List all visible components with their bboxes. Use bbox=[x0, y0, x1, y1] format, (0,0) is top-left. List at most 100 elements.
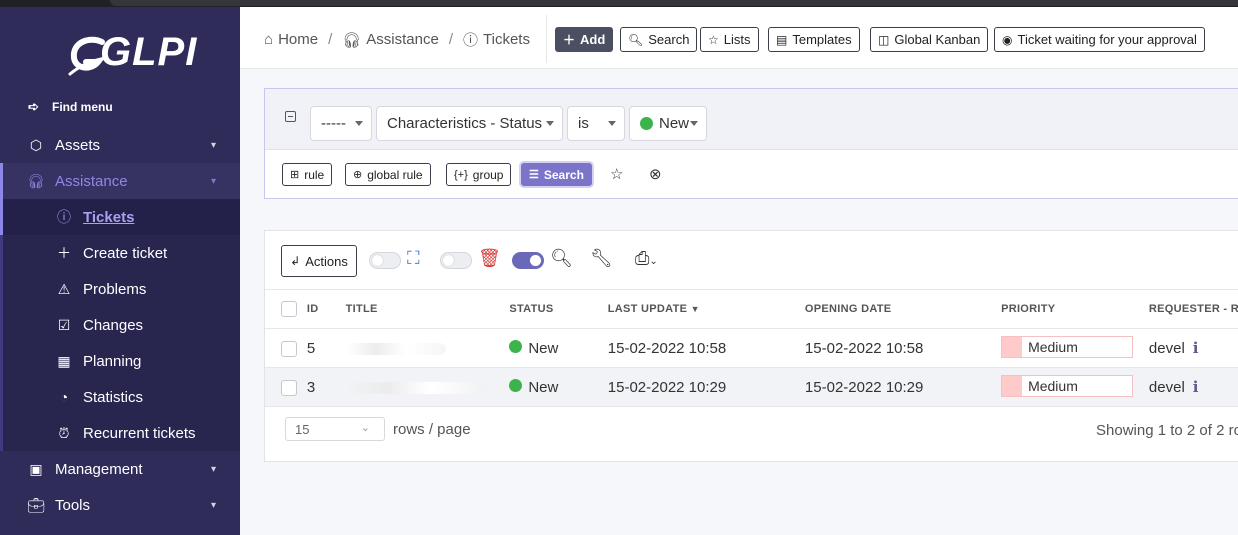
map-toggle[interactable] bbox=[369, 252, 401, 269]
page-header: ⌂ Home / 🎧︎ Assistance / ⓘ Tickets ＋ Add … bbox=[240, 7, 1238, 69]
remove-criterion-icon[interactable] bbox=[285, 111, 296, 122]
sidebar-item-management[interactable]: ▣ Management ▾ bbox=[0, 451, 240, 487]
sidebar-subitem-problems[interactable]: ⚠ Problems bbox=[0, 271, 240, 307]
criteria-search-label: Search bbox=[543, 167, 584, 182]
sidebar-subitem-planning[interactable]: ▦ Planning bbox=[0, 343, 240, 379]
chevron-down-icon: ▾ bbox=[210, 499, 216, 511]
caret-down-icon bbox=[608, 121, 616, 126]
priority-swatch bbox=[1002, 336, 1023, 357]
caret-down-icon bbox=[546, 121, 554, 126]
search-button[interactable]: 🔍︎ Search bbox=[620, 27, 698, 52]
cell-title[interactable] bbox=[345, 367, 510, 407]
column-last-update-label: LAST UPDATE bbox=[607, 303, 688, 315]
select-all-checkbox[interactable] bbox=[281, 301, 297, 317]
cell-opening-date: 15-02-2022 10:58 bbox=[804, 328, 1002, 368]
ticket-waiting-approval-button[interactable]: ◉ Ticket waiting for your approval bbox=[994, 27, 1205, 52]
breadcrumb-assistance[interactable]: Assistance bbox=[366, 31, 439, 48]
redacted-title bbox=[345, 342, 446, 355]
save-search-star-icon[interactable]: ☆ bbox=[610, 165, 623, 183]
actions-button[interactable]: ↲ Actions bbox=[281, 245, 357, 277]
sidebar-subitem-label: Problems bbox=[83, 280, 147, 298]
value-select[interactable]: New bbox=[629, 106, 707, 141]
chevron-down-icon: ▾ bbox=[210, 139, 216, 151]
status-text: New bbox=[528, 339, 559, 357]
info-icon[interactable]: i bbox=[1193, 378, 1199, 396]
row-checkbox[interactable] bbox=[281, 340, 297, 357]
add-global-rule-button[interactable]: ⊕ global rule bbox=[345, 163, 431, 186]
requester-name[interactable]: devel bbox=[1149, 379, 1185, 396]
arrow-right-icon: ➪ bbox=[28, 99, 39, 114]
criteria-search-button[interactable]: ☰ Search bbox=[521, 163, 592, 186]
field-select[interactable]: Characteristics - Status bbox=[376, 106, 563, 141]
add-rule-button[interactable]: ⊞ rule bbox=[282, 163, 333, 186]
row-checkbox[interactable] bbox=[281, 379, 297, 396]
sidebar-subitem-label: Recurrent tickets bbox=[83, 424, 196, 442]
add-group-button[interactable]: {+} group bbox=[446, 163, 512, 186]
sidebar-item-label: Assistance bbox=[55, 172, 128, 190]
box-icon: ⬡ bbox=[29, 136, 43, 153]
breadcrumb-home[interactable]: Home bbox=[278, 31, 318, 48]
info-icon[interactable]: i bbox=[1193, 339, 1199, 357]
plus-icon: ＋ bbox=[57, 245, 71, 261]
export-icon[interactable]: ⎙⌄ bbox=[635, 248, 658, 269]
kanban-icon: ◫ bbox=[878, 32, 890, 47]
column-opening-date[interactable]: OPENING DATE bbox=[804, 289, 1002, 329]
lists-label: Lists bbox=[723, 32, 751, 47]
reset-search-icon[interactable]: ⊗ bbox=[649, 165, 662, 183]
chevron-down-icon: ⌄ bbox=[360, 422, 370, 434]
cell-priority: Medium bbox=[1001, 367, 1149, 407]
sidebar-subitem-create-ticket[interactable]: ＋ Create ticket bbox=[0, 235, 240, 271]
cell-id: 5 bbox=[306, 328, 346, 368]
trash-toggle[interactable] bbox=[440, 252, 472, 269]
sidebar-subitem-tickets[interactable]: ⓘ Tickets bbox=[0, 199, 240, 235]
cell-status: New bbox=[509, 367, 608, 407]
templates-button[interactable]: ▤ Templates bbox=[768, 27, 860, 52]
sidebar-item-tools[interactable]: 💼︎ Tools ▾ bbox=[0, 487, 240, 523]
priority-swatch bbox=[1002, 375, 1023, 396]
sidebar-item-label: Tools bbox=[55, 496, 91, 514]
alert-circle-icon: ⓘ bbox=[57, 209, 71, 225]
sidebar-item-assets[interactable]: ⬡ Assets ▾ bbox=[0, 127, 240, 163]
template-icon: ▤ bbox=[776, 32, 788, 47]
breadcrumb-tickets[interactable]: Tickets bbox=[483, 31, 530, 48]
cell-title[interactable] bbox=[345, 328, 510, 368]
column-last-update[interactable]: LAST UPDATE ▼ bbox=[607, 289, 805, 329]
sort-desc-icon: ▼ bbox=[690, 304, 700, 314]
sidebar-subitem-statistics[interactable]: ◔ Statistics bbox=[0, 379, 240, 415]
wrench-icon[interactable]: 🔧︎ bbox=[590, 248, 613, 269]
sidebar-item-assistance[interactable]: 🎧︎ Assistance ▾ bbox=[0, 163, 240, 199]
chevron-down-icon: ▾ bbox=[210, 463, 216, 475]
requester-name[interactable]: devel bbox=[1149, 340, 1185, 357]
sidebar-subitem-label: Statistics bbox=[83, 388, 144, 406]
global-kanban-button[interactable]: ◫ Global Kanban bbox=[870, 27, 989, 52]
glpi-logo[interactable]: GLPI bbox=[68, 30, 196, 78]
braces-plus-icon: {+} bbox=[454, 168, 468, 181]
find-menu-label: Find menu bbox=[52, 100, 113, 114]
lists-button[interactable]: ☆ Lists bbox=[700, 27, 759, 52]
column-id[interactable]: ID bbox=[306, 289, 346, 329]
search-toggle[interactable] bbox=[512, 252, 544, 269]
operator-select[interactable]: is bbox=[567, 106, 625, 141]
link-select[interactable]: ----- bbox=[310, 106, 372, 141]
global-rule-label: global rule bbox=[367, 167, 423, 182]
sidebar-item-label: Assets bbox=[55, 136, 101, 154]
sidebar-subitem-changes[interactable]: ☑ Changes bbox=[0, 307, 240, 343]
add-button[interactable]: ＋ Add bbox=[555, 27, 614, 52]
sidebar-subitem-recurrent-tickets[interactable]: ⏰︎ Recurrent tickets bbox=[0, 415, 240, 451]
tickets-table: ID TITLE STATUS LAST UPDATE ▼ OPENING DA… bbox=[265, 289, 1238, 407]
pie-chart-icon: ◔ bbox=[59, 389, 69, 405]
rows-per-page-select[interactable]: 15 ⌄ bbox=[285, 417, 385, 441]
sidebar-subitem-label: Create ticket bbox=[83, 244, 168, 262]
column-title[interactable]: TITLE bbox=[345, 289, 510, 329]
column-priority[interactable]: PRIORITY bbox=[1001, 289, 1149, 329]
results-panel: ↲ Actions ⛶ 🗑︎ 🔍︎ 🔧︎ ⎙⌄ ID TITLE STATUS L… bbox=[264, 230, 1238, 462]
sidebar-subitem-label: Changes bbox=[83, 316, 144, 334]
column-requester[interactable]: REQUESTER - R bbox=[1148, 289, 1238, 329]
add-label: Add bbox=[580, 32, 606, 47]
table-row[interactable]: 5 New 15-02-2022 10:58 15-02-2022 10:58 … bbox=[265, 328, 1238, 368]
table-row[interactable]: 3 New 15-02-2022 10:29 15-02-2022 10:29 … bbox=[265, 367, 1238, 407]
browser-tab-strip bbox=[110, 0, 1238, 6]
find-menu-button[interactable]: ➪ Find menu bbox=[28, 98, 113, 116]
chevron-down-icon: ▾ bbox=[210, 175, 216, 187]
column-status[interactable]: STATUS bbox=[509, 289, 608, 329]
